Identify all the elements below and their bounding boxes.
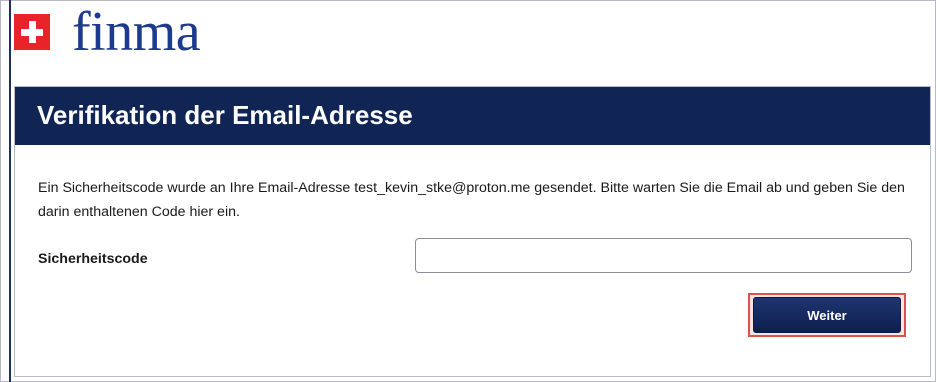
security-code-input[interactable] [415,238,912,273]
panel-header: Verifikation der Email-Adresse [15,87,930,145]
logo-wordmark: finma [72,1,201,63]
verification-panel: Verifikation der Email-Adresse Ein Siche… [14,86,931,377]
instruction-text: Ein Sicherheitscode wurde an Ihre Email-… [38,180,905,220]
swiss-flag-icon [14,14,50,50]
page-title: Verifikation der Email-Adresse [37,100,413,130]
security-code-label: Sicherheitscode [38,251,148,267]
finma-logo: finma [14,4,201,60]
weiter-button[interactable]: Weiter [753,297,901,333]
left-border [9,0,11,382]
